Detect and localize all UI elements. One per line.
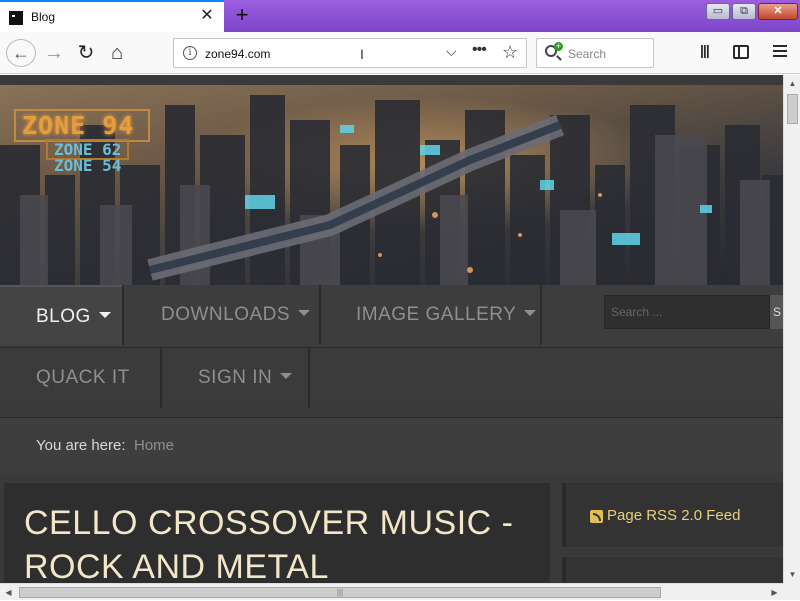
page-actions-icon[interactable]: ••• [472,41,487,59]
forward-button[interactable]: → [40,39,68,67]
menu-item-downloads[interactable]: DOWNLOADS [125,285,319,345]
breadcrumb-label: You are here: [36,437,126,454]
vertical-scroll-thumb[interactable] [787,94,798,124]
article-title[interactable]: CELLO CROSSOVER MUSIC - ROCK AND METAL [24,501,534,583]
chevron-down-icon [524,310,537,316]
maximize-button[interactable]: ⧉ [732,3,756,20]
bookmark-star-icon[interactable]: ☆ [502,42,518,63]
tab-strip: Blog ✕ + ▭ ⧉ ✕ [0,0,800,32]
scroll-left-icon[interactable]: ◀ [0,584,17,601]
menu-item-label: QUACK IT [36,367,130,388]
menu-item-blog[interactable]: BLOG [0,285,122,345]
minimize-button[interactable]: ▭ [706,3,730,20]
main-menu-row-1: BLOG DOWNLOADS IMAGE GALLERY Search ... … [0,285,783,347]
menu-item-label: BLOG [36,306,91,327]
site-banner: ZONE 94 ZONE 62 ZONE 54 [0,85,783,285]
sidebar-module [562,557,783,583]
hamburger-menu-icon[interactable] [773,45,787,57]
url-text[interactable]: zone94.com [205,47,270,61]
address-bar[interactable]: i zone94.com I ⌵ ••• ☆ [173,38,527,68]
menu-divider [540,285,542,345]
menu-divider [308,348,310,408]
navigation-toolbar: ← → ↻ ⌂ i zone94.com I ⌵ ••• ☆ + Search … [0,32,800,74]
add-search-engine-icon: + [554,41,563,51]
rss-module: Page RSS 2.0 Feed [562,483,783,547]
tab-title: Blog [31,10,56,24]
article-card: CELLO CROSSOVER MUSIC - ROCK AND METAL [0,483,550,583]
scroll-down-icon[interactable]: ▼ [784,566,800,583]
text-cursor-icon: I [360,46,364,62]
page-viewport: ZONE 94 ZONE 62 ZONE 54 BLOG DOWNLOADS I… [0,75,783,583]
horizontal-scroll-thumb[interactable]: ||| [19,587,661,598]
main-menu-row-2: QUACK IT SIGN IN [0,347,783,408]
home-button[interactable]: ⌂ [103,39,131,67]
search-placeholder: Search [568,47,607,61]
site-favicon-icon [9,11,23,25]
sidebar-toggle-icon[interactable] [733,45,749,59]
chevron-down-icon [280,373,293,379]
library-icon[interactable]: ||| [700,42,720,62]
close-window-button[interactable]: ✕ [758,3,798,20]
back-button[interactable]: ← [6,39,36,67]
url-dropdown-icon[interactable]: ⌵ [446,43,457,60]
reload-button[interactable]: ↻ [72,39,100,67]
tab-close-icon[interactable]: ✕ [198,7,216,25]
new-tab-button[interactable]: + [230,3,254,27]
menu-item-quack-it[interactable]: QUACK IT [0,348,160,408]
menu-item-label: DOWNLOADS [161,304,291,325]
tab-blog[interactable]: Blog ✕ [0,0,224,32]
breadcrumb: You are here: Home [0,417,783,473]
menu-divider [122,285,124,345]
site-logo[interactable]: ZONE 94 [14,109,151,142]
menu-item-image-gallery[interactable]: IMAGE GALLERY [320,285,540,345]
site-search-input[interactable]: Search ... [604,295,770,329]
main-menu: BLOG DOWNLOADS IMAGE GALLERY Search ... … [0,285,783,408]
chevron-down-icon [98,312,111,318]
site-logo-sub2: ZONE 54 [54,156,122,175]
vertical-scrollbar[interactable]: ▲ ▼ [783,75,800,583]
rss-feed-link[interactable]: Page RSS 2.0 Feed [607,507,740,524]
scroll-up-icon[interactable]: ▲ [784,75,800,92]
breadcrumb-home-link[interactable]: Home [134,437,174,454]
menu-item-sign-in[interactable]: SIGN IN [162,348,308,408]
site-info-icon[interactable]: i [183,46,197,60]
scrollbar-corner [783,583,800,600]
horizontal-scrollbar[interactable]: ◀ ||| ▶ [0,583,783,600]
browser-search-input[interactable]: + Search [536,38,654,68]
site-search-placeholder: Search ... [611,305,663,319]
site-search-button[interactable]: S [770,295,783,329]
menu-item-label: IMAGE GALLERY [356,304,517,325]
rss-feed-icon [590,510,603,523]
menu-item-label: SIGN IN [198,367,273,388]
scroll-right-icon[interactable]: ▶ [766,584,783,601]
chevron-down-icon [298,310,311,316]
